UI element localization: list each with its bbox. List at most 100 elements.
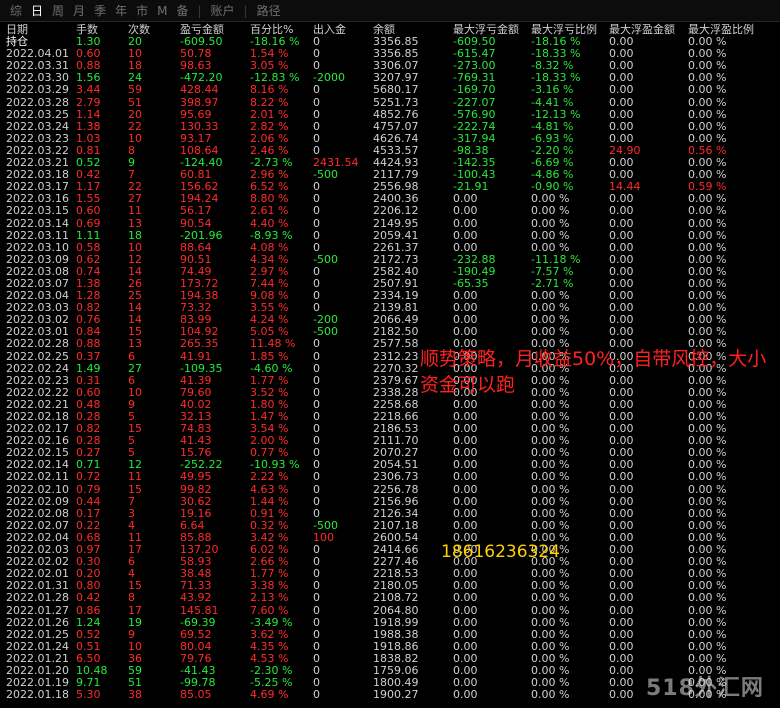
row-cell: 0.88: [76, 337, 101, 351]
row-cell: 0: [313, 95, 320, 109]
tab-4[interactable]: 季: [94, 0, 106, 22]
row-cell: 7.60 %: [250, 603, 289, 617]
tab-5[interactable]: 年: [115, 0, 127, 22]
row-cell: 0.00 %: [688, 591, 727, 605]
row-cell: 2.22 %: [250, 470, 289, 484]
row-cell: 1.44 %: [250, 494, 289, 508]
tab-6[interactable]: 市: [136, 0, 148, 22]
table-row[interactable]: 2022.01.26 1.24 19 -69.39 -3.49 % 0 1918.99 0.0…: [0, 615, 780, 629]
row-cell: 0: [313, 615, 320, 629]
row-cell: -109.35: [180, 361, 223, 375]
row-cell: 8.22 %: [250, 95, 289, 109]
table-row[interactable]: 2022.03.10 0.58 10 88.64 4.08 % 0 2261.37 0.00 0…: [0, 240, 780, 254]
row-cell: 0.00 %: [531, 615, 570, 629]
row-cell: 38: [128, 688, 142, 702]
row-cell: 1.85 %: [250, 349, 289, 363]
row-cell: 4.08 %: [250, 240, 289, 254]
row-cell: 99.82: [180, 482, 212, 496]
row-cell: 0.00 %: [531, 494, 570, 508]
table-row[interactable]: 2022.02.10 0.79 15 99.82 4.63 % 0 2256.78 0.00 0…: [0, 482, 780, 496]
row-cell: 41.91: [180, 349, 212, 363]
row-cell: -3.49 %: [250, 615, 293, 629]
tab-8[interactable]: 备: [176, 0, 188, 22]
row-cell: 2.01 %: [250, 107, 289, 121]
row-cell: 0.00: [453, 470, 478, 484]
table-row[interactable]: 2022.03.11 1.11 18 -201.96 -8.93 % 0 2059.41 0.…: [0, 228, 780, 242]
row-date: 2022.03.28: [6, 95, 69, 109]
row-cell: 0: [313, 627, 320, 641]
row-cell: -4.60 %: [250, 361, 293, 375]
row-cell: 0.79: [76, 482, 101, 496]
row-cell: 0: [313, 688, 320, 702]
row-cell: 0: [313, 349, 320, 363]
row-cell: 0.00: [609, 95, 634, 109]
row-cell: 2206.12: [373, 204, 419, 218]
row-cell: 2156.96: [373, 494, 419, 508]
row-cell: 2256.78: [373, 482, 419, 496]
table-row[interactable]: 2022.03.28 2.79 51 398.97 8.22 % 0 5251.73 -227…: [0, 95, 780, 109]
row-cell: -4.41 %: [531, 95, 574, 109]
row-cell: 43.92: [180, 591, 212, 605]
row-cell: -3.16 %: [531, 83, 574, 97]
row-cell: 0.00 %: [688, 603, 727, 617]
site-watermark: 518外汇网: [646, 676, 764, 701]
period-tab-bar: 综日周月季年市 M 备 | 账户 | 路径: [0, 0, 780, 22]
table-row[interactable]: 2022.02.11 0.72 11 49.95 2.22 % 0 2306.73 0.00 0…: [0, 471, 780, 483]
row-cell: 0.00: [453, 204, 478, 218]
row-date: 2022.03.14: [6, 216, 69, 230]
tab-1[interactable]: 日: [31, 0, 43, 22]
row-cell: 13: [128, 337, 142, 351]
row-cell: 56.17: [180, 204, 212, 218]
row-cell: 1.77 %: [250, 373, 289, 387]
row-cell: -12.13 %: [531, 107, 581, 121]
table-row[interactable]: 2022.03.14 0.69 13 90.54 4.40 % 0 2149.95 0.00 0…: [0, 216, 780, 230]
row-date: 2022.02.09: [6, 494, 69, 508]
row-cell: 0.00 %: [688, 204, 727, 218]
row-cell: 0.00: [609, 470, 634, 484]
tab-10[interactable]: 路径: [257, 0, 281, 22]
row-cell: 0.44: [76, 494, 101, 508]
row-cell: 1.11: [76, 228, 101, 242]
row-cell: 0.00: [609, 627, 634, 641]
row-cell: 0.00 %: [688, 494, 727, 508]
row-cell: 88.64: [180, 240, 212, 254]
row-cell: 0.00: [609, 688, 634, 702]
tab-0[interactable]: 综: [10, 0, 22, 22]
row-cell: 2059.41: [373, 228, 419, 242]
row-cell: 30.62: [180, 494, 212, 508]
table-row[interactable]: 2022.01.27 0.86 17 145.81 7.60 % 0 2064.80 0.00…: [0, 603, 780, 617]
row-cell: 0.00 %: [531, 240, 570, 254]
row-cell: 0: [313, 107, 320, 121]
row-cell: 2064.80: [373, 603, 419, 617]
tab-2[interactable]: 周: [52, 0, 64, 22]
row-cell: 69.52: [180, 627, 212, 641]
row-cell: 0.72: [76, 470, 101, 484]
tab-3[interactable]: 月: [73, 0, 85, 22]
row-date: 2022.01.26: [6, 615, 69, 629]
row-cell: 0.00 %: [688, 216, 727, 230]
table-row[interactable]: 2022.02.09 0.44 7 30.62 1.44 % 0 2156.96 0.00 0.…: [0, 494, 780, 508]
row-cell: -201.96: [180, 228, 223, 242]
table-row[interactable]: 2022.01.25 0.52 9 69.52 3.62 % 0 1988.38 0.00 0.…: [0, 627, 780, 641]
row-cell: 0.00: [609, 603, 634, 617]
row-cell: 2149.95: [373, 216, 419, 230]
row-cell: 11.48 %: [250, 337, 296, 351]
table-row[interactable]: 2022.03.25 1.14 20 95.69 2.01 % 0 4852.76 -576.…: [0, 107, 780, 121]
row-cell: 2261.37: [373, 240, 419, 254]
table-row[interactable]: 2022.03.15 0.60 11 56.17 2.61 % 0 2206.12 0.00 0…: [0, 205, 780, 217]
row-cell: 0.00: [609, 216, 634, 230]
row-cell: 13: [128, 216, 142, 230]
row-date: 2022.02.24: [6, 361, 69, 375]
tab-7[interactable]: M: [157, 0, 167, 22]
tab-9[interactable]: 账户: [211, 0, 235, 22]
row-cell: 145.81: [180, 603, 219, 617]
row-cell: 1.49: [76, 361, 101, 375]
row-cell: 5.30: [76, 688, 101, 702]
table-row[interactable]: 2022.01.28 0.42 8 43.92 2.13 % 0 2108.72 0.00 0.…: [0, 592, 780, 604]
row-cell: 10: [128, 240, 142, 254]
row-cell: 7: [128, 494, 135, 508]
row-cell: 0.00: [453, 482, 478, 496]
row-date: 2022.02.25: [6, 349, 69, 363]
table-row[interactable]: 2022.03.29 3.44 59 428.44 8.16 % 0 5680.17 -169…: [0, 84, 780, 96]
row-date: 2022.03.25: [6, 107, 69, 121]
